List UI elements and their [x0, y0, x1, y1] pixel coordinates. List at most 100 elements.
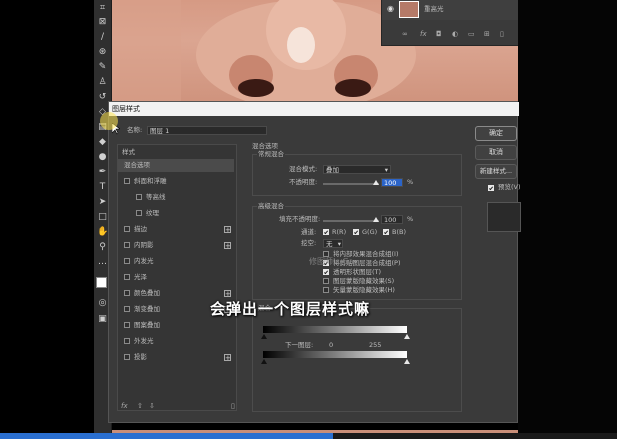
style-checkbox[interactable]: [136, 210, 142, 216]
crop-icon[interactable]: ⌗: [97, 3, 108, 14]
more-icon[interactable]: …: [97, 257, 108, 268]
style-item[interactable]: 混合选项: [118, 159, 234, 172]
video-progress-bar[interactable]: [0, 433, 617, 439]
new-layer-icon[interactable]: ⊞: [484, 30, 490, 38]
healing-icon[interactable]: ⊛: [97, 47, 108, 58]
advanced-option-label: 矢量蒙版隐藏效果(H): [333, 286, 395, 294]
fill-opacity-slider-thumb[interactable]: [373, 217, 379, 222]
style-item[interactable]: 纹理: [118, 207, 234, 220]
trash-icon[interactable]: ▯: [231, 402, 235, 410]
ok-button[interactable]: 确定: [475, 126, 517, 141]
fill-opacity-percent: %: [407, 215, 414, 223]
move-up-icon[interactable]: ⇧: [137, 402, 143, 410]
type-icon[interactable]: T: [97, 182, 108, 193]
mask-icon[interactable]: ◘: [436, 30, 442, 38]
knockout-select[interactable]: 无 ▾: [323, 239, 343, 248]
style-item[interactable]: 描边 +: [118, 223, 234, 236]
style-item-label: 投影: [134, 353, 147, 361]
opacity-slider[interactable]: [323, 183, 379, 185]
opacity-input[interactable]: 100: [381, 178, 403, 187]
channel-b-checkbox[interactable]: [383, 229, 389, 235]
eyedropper-icon[interactable]: ∕: [97, 32, 108, 43]
style-checkbox[interactable]: [124, 258, 130, 264]
style-item[interactable]: 内发光: [118, 255, 234, 268]
style-item[interactable]: 投影 +: [118, 351, 234, 364]
this-layer-black-thumb[interactable]: [261, 334, 267, 339]
advanced-option-checkbox[interactable]: [323, 287, 329, 293]
advanced-blending-title: 高级混合: [257, 202, 285, 211]
dodge-icon[interactable]: ●: [97, 152, 108, 163]
add-style-icon[interactable]: +: [224, 242, 231, 250]
move-down-icon[interactable]: ⇩: [149, 402, 155, 410]
eye-icon[interactable]: ◉: [387, 4, 394, 13]
blend-mode-select[interactable]: 叠加 ▾: [323, 165, 391, 174]
style-checkbox[interactable]: [124, 178, 130, 184]
style-checkbox[interactable]: [124, 274, 130, 280]
style-checkbox[interactable]: [124, 322, 130, 328]
path-select-icon[interactable]: ➤: [97, 197, 108, 208]
blur-icon[interactable]: ◆: [97, 137, 108, 148]
add-style-icon[interactable]: +: [224, 354, 231, 362]
layer-name: 重高光: [424, 5, 444, 13]
fx-icon[interactable]: fx: [420, 30, 427, 38]
style-checkbox[interactable]: [124, 354, 130, 360]
style-item-label: 纹理: [146, 209, 159, 217]
opacity-slider-thumb[interactable]: [373, 180, 379, 185]
this-layer-gradient: [263, 326, 407, 333]
underlying-white-thumb[interactable]: [404, 359, 410, 364]
style-checkbox[interactable]: [124, 338, 130, 344]
advanced-option-checkbox[interactable]: [323, 278, 329, 284]
style-item[interactable]: 内阴影 +: [118, 239, 234, 252]
add-style-icon[interactable]: +: [224, 290, 231, 298]
style-checkbox[interactable]: [136, 194, 142, 200]
style-preview-swatch: [487, 202, 521, 232]
folder-icon[interactable]: ▭: [468, 30, 475, 38]
style-checkbox[interactable]: [124, 306, 130, 312]
style-item-label: 内发光: [134, 257, 154, 265]
style-item[interactable]: 外发光: [118, 335, 234, 348]
preview-label: 预览(V): [498, 183, 521, 191]
fill-opacity-input[interactable]: 100: [381, 215, 403, 224]
style-checkbox[interactable]: [124, 290, 130, 296]
quick-mask-icon[interactable]: ◎: [97, 298, 108, 309]
layer-row[interactable]: ◉ 重高光: [382, 0, 518, 20]
fx-icon[interactable]: fx: [121, 402, 128, 410]
style-checkbox[interactable]: [124, 242, 130, 248]
brush-icon[interactable]: ✎: [97, 62, 108, 73]
name-field[interactable]: 图层 1: [147, 126, 267, 135]
layers-footer: ∞ fx ◘ ◐ ▭ ⊞ ▯: [402, 30, 512, 40]
add-style-icon[interactable]: +: [224, 226, 231, 234]
pen-icon[interactable]: ✒: [97, 167, 108, 178]
hand-icon[interactable]: ✋: [97, 227, 108, 238]
style-item[interactable]: 光泽: [118, 271, 234, 284]
watermark: 修图师LuGa: [309, 257, 354, 266]
video-progress-fill: [0, 433, 334, 439]
style-item-label: 混合选项: [124, 161, 150, 169]
zoom-icon[interactable]: ⚲: [97, 242, 108, 253]
style-checkbox[interactable]: [124, 226, 130, 232]
style-item[interactable]: 图案叠加: [118, 319, 234, 332]
stamp-icon[interactable]: ♙: [97, 77, 108, 88]
style-item[interactable]: 斜面和浮雕: [118, 175, 234, 188]
rectangle-icon[interactable]: □: [97, 212, 108, 223]
screen-mode-icon[interactable]: ▣: [97, 314, 108, 325]
new-style-button[interactable]: 新建样式...: [475, 164, 517, 179]
link-icon[interactable]: ∞: [402, 30, 408, 38]
opacity-label: 不透明度:: [289, 178, 318, 186]
right-panel-area: [518, 0, 617, 439]
advanced-option-checkbox[interactable]: [323, 269, 329, 275]
trash-icon[interactable]: ▯: [500, 30, 504, 38]
cancel-button[interactable]: 取消: [475, 145, 517, 160]
history-brush-icon[interactable]: ↺: [97, 92, 108, 103]
frame-icon[interactable]: ⊠: [97, 17, 108, 28]
fill-opacity-slider[interactable]: [323, 220, 379, 222]
foreground-color-swatch[interactable]: [96, 277, 107, 288]
adjustment-icon[interactable]: ◐: [452, 30, 458, 38]
preview-checkbox[interactable]: [488, 185, 494, 191]
this-layer-white-thumb[interactable]: [404, 334, 410, 339]
style-item[interactable]: 等高线: [118, 191, 234, 204]
underlying-black-thumb[interactable]: [261, 359, 267, 364]
general-blending-group: [252, 154, 462, 196]
channel-r-checkbox[interactable]: [323, 229, 329, 235]
channel-g-checkbox[interactable]: [353, 229, 359, 235]
